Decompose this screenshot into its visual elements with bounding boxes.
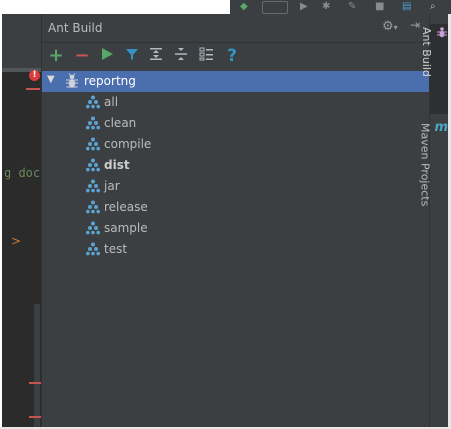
run-config-dropdown[interactable] — [262, 1, 288, 14]
coverage-icon[interactable]: ✎ — [348, 1, 356, 12]
error-indicator-icon[interactable]: ! — [29, 70, 40, 81]
panel-toolbar: + − ? — [42, 43, 429, 69]
ant-bug-icon — [65, 73, 79, 92]
ant-target-icon — [86, 179, 100, 196]
ant-target-icon — [86, 158, 100, 175]
tree-target-label: clean — [104, 116, 137, 130]
error-stripe-mark[interactable] — [29, 416, 41, 418]
editor-area[interactable]: ! g doc > — [2, 14, 42, 427]
ant-target-icon — [86, 95, 100, 112]
debug-icon[interactable]: ✱ — [322, 1, 330, 12]
tree-target-row[interactable]: release — [42, 197, 429, 218]
maven-projects-stripe-button[interactable]: m Maven Projects — [418, 120, 448, 240]
play-icon[interactable] — [97, 46, 117, 66]
plus-icon[interactable]: + — [46, 46, 66, 66]
maven-projects-stripe-label: Maven Projects — [418, 123, 432, 207]
project-structure-icon[interactable]: ▤ — [402, 1, 411, 12]
tree-target-row[interactable]: clean — [42, 113, 429, 134]
help-icon[interactable]: ? — [222, 46, 242, 66]
filter-icon[interactable] — [122, 46, 142, 66]
error-underline — [26, 88, 40, 90]
ant-stripe-icon — [436, 26, 448, 41]
vcs-icon[interactable]: ◆ — [240, 1, 248, 12]
gear-icon[interactable]: ⚙▾ — [382, 19, 398, 34]
maven-icon: m — [434, 120, 448, 135]
code-fragment: g doc — [4, 166, 41, 180]
tree-target-row[interactable]: compile — [42, 134, 429, 155]
tree-target-row[interactable]: all — [42, 92, 429, 113]
panel-title: Ant Build — [48, 21, 103, 35]
editor-tab-strip — [2, 14, 41, 68]
tree-target-label: test — [104, 242, 128, 256]
error-stripe-mark[interactable] — [29, 382, 41, 384]
expand-all-icon[interactable] — [146, 46, 166, 66]
tree-target-label: jar — [104, 179, 120, 193]
ant-build-stripe-label: Ant Build — [420, 27, 433, 77]
tree-target-label: compile — [104, 137, 152, 151]
right-tool-stripe: Ant Build m Maven Projects — [418, 14, 448, 427]
tree-target-label: release — [104, 200, 148, 214]
collapse-all-icon[interactable] — [171, 46, 191, 66]
tree-target-row[interactable]: jar — [42, 176, 429, 197]
tree-target-label: sample — [104, 221, 148, 235]
tree-target-row[interactable]: test — [42, 239, 429, 260]
ant-build-panel: Ant Build ⚙▾ ⇥ + − ? ▼ reportng all clea… — [42, 14, 429, 427]
fold-arrow-icon[interactable]: > — [11, 234, 21, 248]
tree-root-label: reportng — [84, 74, 136, 88]
ide-main-toolbar: ◆ ▶ ✱ ✎ ■ ▤ ⌕ — [230, 0, 451, 14]
collapse-arrow-icon[interactable]: ▼ — [47, 74, 55, 85]
ant-target-icon — [86, 221, 100, 238]
run-icon[interactable]: ▶ — [300, 1, 308, 12]
minus-icon[interactable]: − — [72, 46, 92, 66]
tree-target-row[interactable]: sample — [42, 218, 429, 239]
ant-target-icon — [86, 242, 100, 259]
panel-header: Ant Build ⚙▾ ⇥ — [42, 14, 429, 43]
ant-build-stripe-button[interactable]: Ant Build — [420, 24, 448, 114]
tree-target-label: all — [104, 95, 119, 109]
properties-icon[interactable] — [196, 46, 216, 66]
stop-icon[interactable]: ■ — [375, 1, 384, 12]
editor-scrollbar[interactable] — [34, 304, 40, 427]
tree-target-label: dist — [104, 158, 130, 172]
search-icon[interactable]: ⌕ — [430, 1, 436, 12]
ant-target-icon — [86, 200, 100, 217]
tree-target-row[interactable]: dist — [42, 155, 429, 176]
ant-target-icon — [86, 137, 100, 154]
ant-target-icon — [86, 116, 100, 133]
tree-root-row[interactable]: ▼ reportng — [42, 71, 429, 92]
